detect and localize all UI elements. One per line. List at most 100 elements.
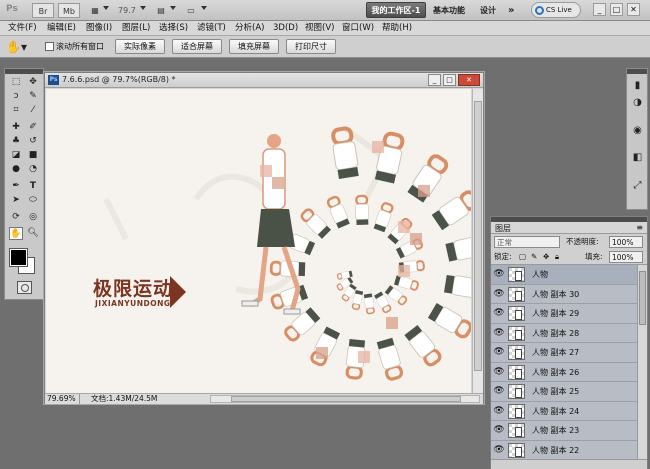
marquee-tool-icon[interactable]: ⬚ <box>9 76 23 89</box>
screen-mode-icon[interactable]: ▭ <box>180 3 202 18</box>
menu-layer[interactable]: 图层(L) <box>122 22 150 35</box>
gradient-tool-icon[interactable]: ■ <box>26 149 40 162</box>
3d-rotate-tool-icon[interactable]: ⟳ <box>9 211 23 224</box>
menu-filter[interactable]: 滤镜(T) <box>197 22 226 35</box>
document-horizontal-scrollbar[interactable] <box>210 395 480 403</box>
transform-panel-icon[interactable]: ⤢ <box>631 179 644 192</box>
chevron-down-icon[interactable] <box>140 6 146 10</box>
minimize-window-button[interactable]: _ <box>593 3 606 16</box>
foreground-color-swatch[interactable] <box>9 248 28 267</box>
layer-row[interactable]: 👁︎ 人物 副本 24 <box>491 401 637 421</box>
lock-transparent-icon[interactable]: ▢ <box>519 251 526 263</box>
panel-grip[interactable] <box>627 69 647 74</box>
eye-icon[interactable]: 👁︎ <box>493 269 505 280</box>
layer-row[interactable]: 👁︎ 人物 副本 26 <box>491 362 637 382</box>
spot-healing-tool-icon[interactable]: ✚ <box>9 121 23 134</box>
layer-row[interactable]: 👁︎ 人物 副本 23 <box>491 421 637 441</box>
document-vertical-scrollbar[interactable] <box>472 89 483 393</box>
quick-mask-icon[interactable] <box>17 281 32 294</box>
menu-window[interactable]: 窗口(W) <box>342 22 374 35</box>
eye-icon[interactable]: 👁︎ <box>493 308 505 319</box>
eye-icon[interactable]: 👁︎ <box>493 425 505 436</box>
print-size-button[interactable]: 打印尺寸 <box>286 39 336 54</box>
menu-help[interactable]: 帮助(H) <box>382 22 412 35</box>
layer-row[interactable]: 👁︎ 人物 副本 22 <box>491 440 637 460</box>
layer-row[interactable]: 👁︎ 人物 <box>491 265 637 285</box>
move-tool-icon[interactable]: ✥ <box>26 76 40 89</box>
arrange-documents-icon[interactable]: ▤ <box>150 3 172 18</box>
chevron-down-icon[interactable] <box>103 6 109 10</box>
eye-icon[interactable]: 👁︎ <box>493 406 505 417</box>
eye-icon[interactable]: 👁︎ <box>493 289 505 300</box>
panel-grip[interactable] <box>5 69 43 74</box>
scroll-all-windows-checkbox[interactable] <box>45 42 54 51</box>
eyedropper-tool-icon[interactable]: ⁄ <box>26 104 40 117</box>
menu-edit[interactable]: 编辑(E) <box>47 22 76 35</box>
shape-tool-icon[interactable]: ⬭ <box>26 194 40 207</box>
layers-tab[interactable]: 图层 ≡ <box>491 222 647 234</box>
lock-all-icon[interactable]: 🔒︎ <box>555 251 559 263</box>
close-window-button[interactable]: ✕ <box>627 3 640 16</box>
eye-icon[interactable]: 👁︎ <box>493 367 505 378</box>
document-minimize-button[interactable]: _ <box>428 74 441 86</box>
cs-live-button[interactable]: CS Live <box>531 2 581 18</box>
workspace-active-button[interactable]: 我的工作区-1 <box>366 2 426 18</box>
actual-pixels-button[interactable]: 实际像素 <box>115 39 165 54</box>
status-document-size[interactable]: 文档:1.43M/24.5M <box>91 394 157 404</box>
hand-tool-preset-icon[interactable]: ✋▾ <box>6 39 30 55</box>
dodge-tool-icon[interactable]: ◔ <box>26 163 40 176</box>
3d-orbit-tool-icon[interactable]: ◎ <box>26 211 40 224</box>
brush-tool-icon[interactable]: ✐ <box>26 121 40 134</box>
panel-menu-icon[interactable]: ≡ <box>636 223 643 232</box>
document-maximize-button[interactable]: □ <box>443 74 456 86</box>
masks-panel-icon[interactable]: ◉ <box>631 124 644 137</box>
quick-selection-tool-icon[interactable]: ✎ <box>26 90 40 103</box>
blur-tool-icon[interactable]: ● <box>9 163 23 176</box>
eye-icon[interactable]: 👁︎ <box>493 328 505 339</box>
history-brush-tool-icon[interactable]: ↺ <box>26 135 40 148</box>
type-tool-icon[interactable]: T <box>26 180 40 193</box>
chevron-down-icon[interactable] <box>201 6 207 10</box>
lock-position-icon[interactable]: ✥ <box>543 251 549 263</box>
document-title-bar[interactable]: Ps 7.6.6.psd @ 79.7%(RGB/8) * _ □ ✕ <box>45 73 483 88</box>
fill-input[interactable]: 100% <box>609 251 643 263</box>
opacity-input[interactable]: 100% <box>609 236 643 248</box>
menu-file[interactable]: 文件(F) <box>8 22 37 35</box>
scroll-thumb[interactable] <box>474 101 482 371</box>
lasso-tool-icon[interactable]: ↄ <box>9 90 23 103</box>
blend-mode-select[interactable]: 正常 <box>494 236 560 248</box>
color-panel-icon[interactable]: ◑ <box>631 96 644 109</box>
scroll-thumb[interactable] <box>231 396 461 402</box>
hand-tool-icon[interactable]: ✋ <box>9 227 23 240</box>
layer-row[interactable]: 👁︎ 人物 副本 29 <box>491 304 637 324</box>
workspace-essentials-button[interactable]: 基本功能 <box>433 3 465 18</box>
layer-row[interactable]: 👁︎ 人物 副本 28 <box>491 323 637 343</box>
chevron-down-icon[interactable] <box>170 6 176 10</box>
eye-icon[interactable]: 👁︎ <box>493 445 505 456</box>
crop-tool-icon[interactable]: ⌗ <box>9 104 23 117</box>
layer-row[interactable]: 👁︎ 人物 副本 27 <box>491 343 637 363</box>
lock-pixels-icon[interactable]: ✎ <box>531 251 537 263</box>
document-canvas[interactable]: 极限运动 JIXIANYUNDONG <box>46 89 471 393</box>
layer-row[interactable]: 👁︎ 人物 副本 25 <box>491 382 637 402</box>
menu-analysis[interactable]: 分析(A) <box>235 22 264 35</box>
scroll-thumb[interactable] <box>639 271 646 325</box>
menu-view[interactable]: 视图(V) <box>305 22 334 35</box>
eye-icon[interactable]: 👁︎ <box>493 347 505 358</box>
mini-bridge-button[interactable]: Mb <box>58 3 80 18</box>
adjustments-panel-icon[interactable]: ◧ <box>631 151 644 164</box>
pen-tool-icon[interactable]: ✒ <box>9 180 23 193</box>
menu-select[interactable]: 选择(S) <box>159 22 188 35</box>
eraser-tool-icon[interactable]: ◪ <box>9 149 23 162</box>
zoom-tool-icon[interactable]: 🔍︎ <box>26 227 40 240</box>
layer-row[interactable]: 👁︎ 人物 副本 30 <box>491 284 637 304</box>
layers-scrollbar[interactable] <box>637 265 647 459</box>
mini-bridge-panel-icon[interactable]: ▮ <box>631 79 644 92</box>
restore-window-button[interactable]: □ <box>610 3 623 16</box>
fill-screen-button[interactable]: 填充屏幕 <box>229 39 279 54</box>
workspace-design-button[interactable]: 设计 <box>480 3 496 18</box>
document-close-button[interactable]: ✕ <box>458 74 480 86</box>
clone-stamp-tool-icon[interactable]: ♣ <box>9 135 23 148</box>
status-zoom-field[interactable]: 79.69% <box>47 394 80 404</box>
fit-screen-button[interactable]: 适合屏幕 <box>172 39 222 54</box>
